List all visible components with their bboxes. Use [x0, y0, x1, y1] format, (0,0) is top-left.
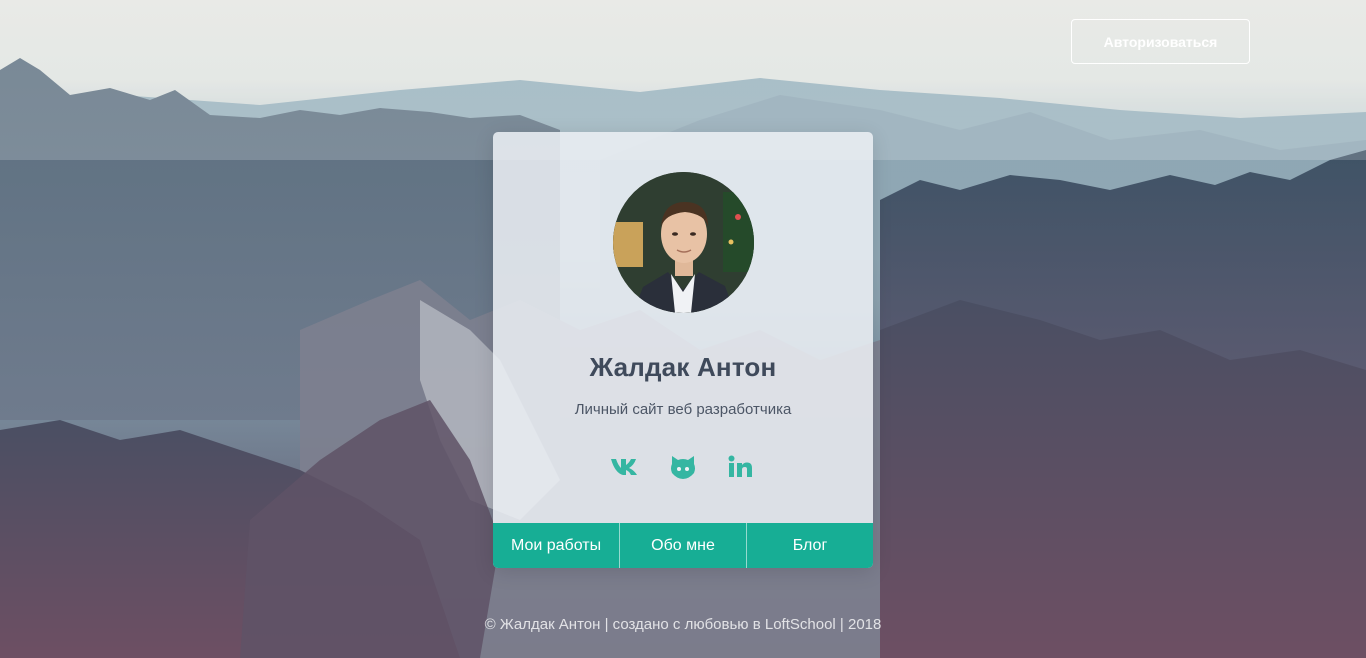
profile-subtitle: Личный сайт веб разработчика	[574, 401, 792, 418]
avatar	[613, 172, 754, 313]
card-nav: Мои работы Обо мне Блог	[493, 523, 873, 568]
linkedin-icon[interactable]	[724, 452, 756, 482]
page-background: Авторизоваться Жалдак Антон Личный сайт …	[0, 0, 1366, 658]
profile-name: Жалдак Антон	[589, 352, 777, 382]
github-icon[interactable]	[667, 452, 699, 482]
vk-icon[interactable]	[610, 452, 642, 482]
footer-copyright: © Жалдак Антон | создано с любовью в Lof…	[484, 616, 882, 633]
social-links	[493, 452, 873, 482]
nav-item-about[interactable]: Обо мне	[620, 523, 747, 568]
nav-item-blog[interactable]: Блог	[747, 523, 873, 568]
nav-item-works[interactable]: Мои работы	[493, 523, 620, 568]
profile-card: Жалдак Антон Личный сайт веб разработчик…	[493, 132, 873, 568]
authorize-button[interactable]: Авторизоваться	[1071, 19, 1250, 64]
